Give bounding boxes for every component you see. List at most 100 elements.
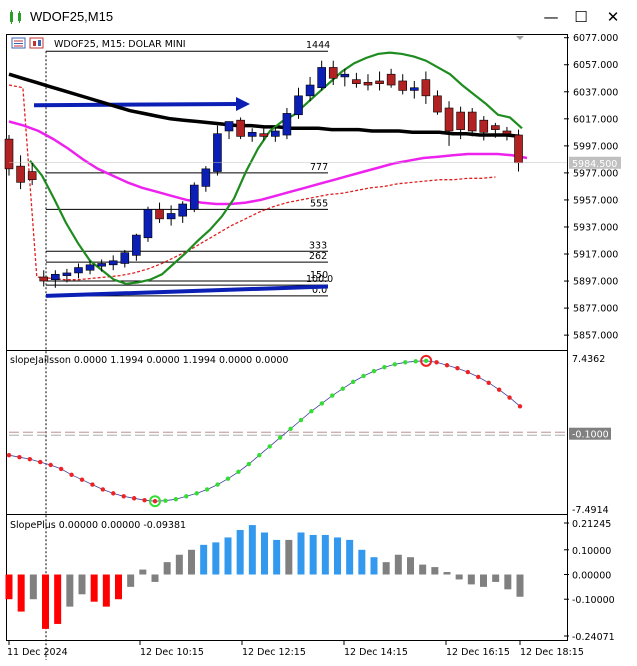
slopeplus-bar[interactable] — [431, 567, 439, 575]
slope-point[interactable] — [455, 365, 460, 371]
slopeplus-bar[interactable] — [370, 557, 378, 575]
slopeplus-bar[interactable] — [334, 537, 341, 575]
slope-point[interactable] — [6, 453, 12, 458]
bull-candle[interactable] — [340, 73, 350, 78]
slopeplus-bar[interactable] — [321, 534, 329, 575]
slopeplus-bar[interactable] — [90, 574, 98, 602]
slope-point[interactable] — [121, 494, 126, 499]
slope-point[interactable] — [309, 409, 314, 414]
bull-candle[interactable] — [282, 113, 292, 136]
slopeplus-bar[interactable] — [407, 557, 414, 575]
bull-candle[interactable] — [85, 264, 95, 271]
slope-point[interactable] — [298, 417, 304, 423]
slope-point[interactable] — [340, 386, 345, 391]
slope-jailsson-panel[interactable] — [6, 354, 567, 508]
slope-point[interactable] — [423, 358, 429, 364]
bull-candle[interactable] — [108, 260, 118, 266]
slope-point[interactable] — [507, 395, 512, 400]
scroll-marker-icon[interactable] — [516, 36, 524, 40]
bear-candle[interactable] — [375, 80, 384, 84]
slope-point[interactable] — [79, 477, 85, 482]
bull-candle[interactable] — [178, 203, 187, 217]
bear-candle[interactable] — [467, 111, 477, 132]
bull-candle[interactable] — [305, 84, 315, 97]
slopeplus-bar[interactable] — [419, 564, 427, 575]
bear-candle[interactable] — [502, 130, 512, 134]
slopeplus-bar[interactable] — [78, 574, 86, 595]
slope-point[interactable] — [142, 498, 147, 503]
bull-candle[interactable] — [143, 209, 153, 239]
bear-candle[interactable] — [16, 165, 25, 183]
slope-point[interactable] — [236, 469, 241, 475]
bull-candle[interactable] — [51, 273, 60, 280]
bear-candle[interactable] — [456, 111, 465, 130]
slopeplus-bar[interactable] — [127, 574, 135, 587]
bear-candle[interactable] — [259, 133, 269, 137]
bull-candle[interactable] — [97, 263, 106, 267]
chart-header-icons[interactable] — [11, 37, 44, 49]
slope-point[interactable] — [476, 374, 481, 380]
slopeplus-bar[interactable] — [285, 539, 293, 575]
slopeplus-bar[interactable] — [212, 542, 220, 575]
bear-candle[interactable] — [433, 95, 442, 113]
bull-candle[interactable] — [247, 132, 257, 137]
slope-point[interactable] — [392, 362, 398, 367]
trend-arrow-line[interactable] — [33, 101, 239, 108]
slope-point[interactable] — [38, 459, 43, 465]
chart-canvas[interactable]: 1444777555333262150100.00.0 6077.0006057… — [0, 0, 637, 666]
bear-candle[interactable] — [363, 82, 373, 86]
slope-point[interactable] — [225, 476, 231, 481]
bull-candle[interactable] — [213, 133, 222, 172]
slopeplus-bar[interactable] — [224, 537, 232, 575]
slope-point[interactable] — [319, 401, 325, 406]
bull-candle[interactable] — [271, 130, 280, 137]
slopeplus-bar[interactable] — [115, 574, 122, 600]
slope-point[interactable] — [131, 496, 137, 501]
slope-point[interactable] — [111, 491, 116, 496]
slopeplus-bar[interactable] — [17, 574, 25, 612]
slopeplus-bar[interactable] — [200, 544, 208, 575]
bull-candle[interactable] — [189, 184, 199, 210]
slope-point[interactable] — [413, 359, 418, 364]
slope-point[interactable] — [246, 461, 252, 467]
slope-point[interactable] — [517, 404, 523, 409]
slope-point[interactable] — [465, 369, 471, 375]
slopeplus-bar[interactable] — [248, 525, 256, 575]
slopeplus-bar[interactable] — [139, 569, 147, 575]
bear-candle[interactable] — [328, 67, 338, 79]
slope-point[interactable] — [58, 466, 64, 472]
slopeplus-bar[interactable] — [42, 574, 49, 629]
bear-candle[interactable] — [398, 80, 408, 91]
bear-candle[interactable] — [155, 209, 164, 220]
slope-point[interactable] — [496, 387, 502, 392]
slopeplus-bar[interactable] — [5, 574, 13, 600]
slopeplus-bar[interactable] — [66, 574, 74, 607]
slope-point[interactable] — [371, 368, 377, 374]
slope-point[interactable] — [100, 487, 106, 492]
slope-point[interactable] — [288, 426, 293, 432]
slope-point[interactable] — [330, 393, 335, 398]
slopeplus-bar[interactable] — [102, 574, 110, 607]
slope-plus-panel[interactable] — [5, 525, 524, 629]
slope-point[interactable] — [267, 444, 272, 449]
slope-point[interactable] — [277, 435, 283, 440]
slopeplus-bar[interactable] — [163, 562, 171, 575]
chart-properties-icon[interactable] — [29, 37, 44, 49]
bull-candle[interactable] — [201, 168, 211, 187]
slope-point[interactable] — [434, 360, 439, 365]
bear-candle[interactable] — [491, 125, 500, 130]
slopeplus-bar[interactable] — [394, 554, 402, 575]
slopeplus-bar[interactable] — [382, 562, 390, 575]
slopeplus-bar[interactable] — [467, 574, 475, 585]
slopeplus-bar[interactable] — [455, 574, 463, 580]
bull-candle[interactable] — [317, 67, 326, 89]
slopeplus-bar[interactable] — [358, 549, 366, 575]
slope-point[interactable] — [350, 379, 356, 385]
bull-candle[interactable] — [224, 121, 234, 132]
bull-candle[interactable] — [409, 87, 419, 91]
slopeplus-bar[interactable] — [273, 539, 281, 575]
slopeplus-bar[interactable] — [309, 534, 317, 575]
slope-point[interactable] — [382, 365, 387, 370]
bear-candle[interactable] — [444, 107, 454, 132]
slopeplus-bar[interactable] — [151, 574, 159, 582]
